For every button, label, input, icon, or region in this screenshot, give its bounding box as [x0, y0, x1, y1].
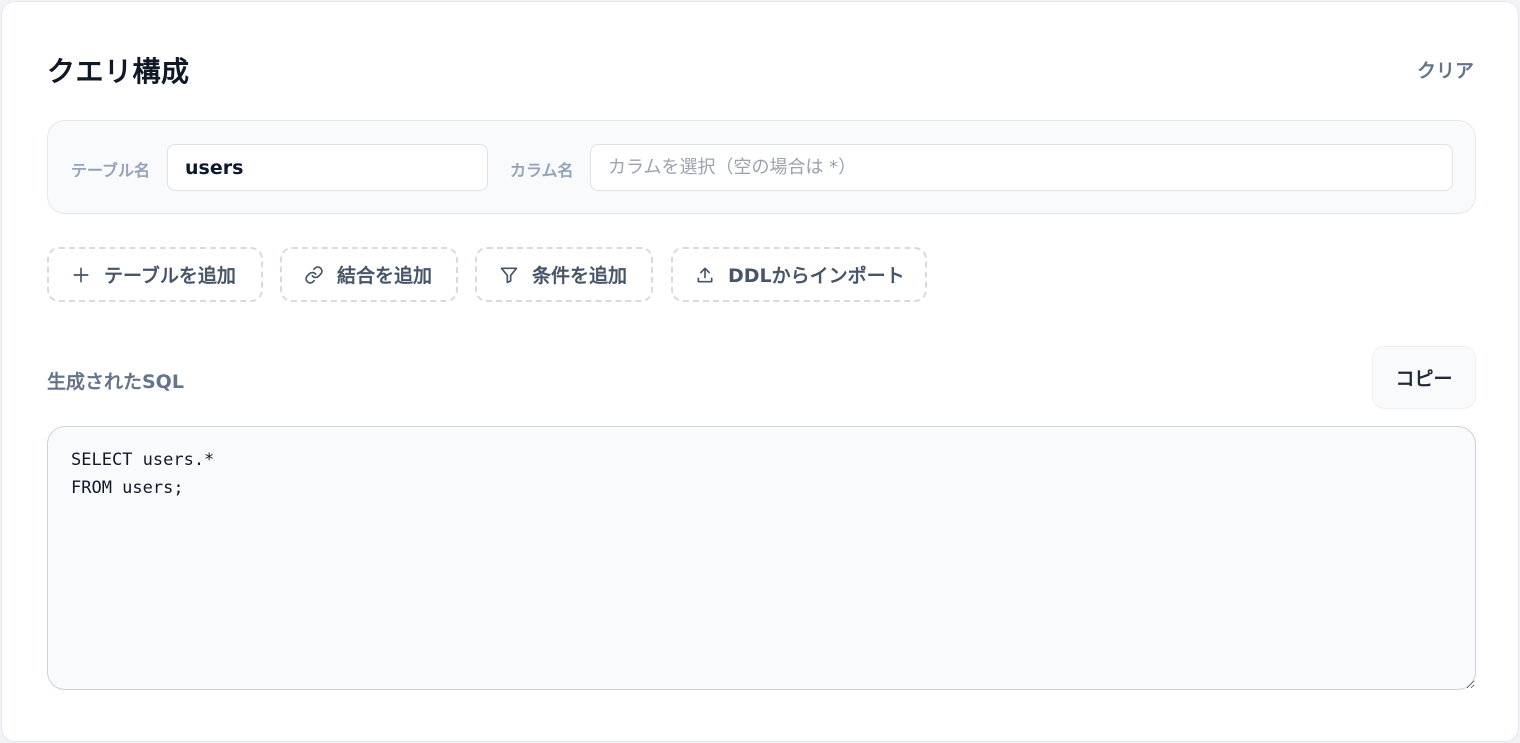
copy-button[interactable]: コピー	[1372, 346, 1476, 409]
plus-icon	[71, 265, 91, 285]
sql-output[interactable]: SELECT users.* FROM users;	[47, 426, 1476, 690]
add-table-label: テーブルを追加	[104, 265, 236, 287]
add-join-label: 結合を追加	[337, 265, 433, 287]
add-join-button[interactable]: 結合を追加	[280, 247, 458, 302]
table-name-input[interactable]	[167, 144, 488, 191]
table-name-label: テーブル名	[71, 161, 151, 180]
generated-sql-label: 生成されたSQL	[47, 371, 184, 393]
link-icon	[304, 265, 324, 285]
add-condition-button[interactable]: 条件を追加	[475, 247, 653, 302]
upload-icon	[695, 265, 715, 285]
column-name-input[interactable]	[590, 144, 1453, 191]
column-name-label: カラム名	[510, 161, 574, 180]
clear-button[interactable]: クリア	[1417, 56, 1474, 83]
query-builder-card: クエリ構成 クリア テーブル名 カラム名 テーブルを追加 結合を追加 条件を追加	[1, 1, 1519, 742]
filter-icon	[499, 265, 519, 285]
add-table-button[interactable]: テーブルを追加	[47, 247, 263, 302]
add-condition-label: 条件を追加	[532, 265, 628, 287]
import-ddl-button[interactable]: DDLからインポート	[671, 247, 927, 302]
table-config-row: テーブル名 カラム名	[47, 120, 1476, 214]
page-title: クエリ構成	[47, 55, 190, 88]
import-ddl-label: DDLからインポート	[728, 265, 905, 287]
